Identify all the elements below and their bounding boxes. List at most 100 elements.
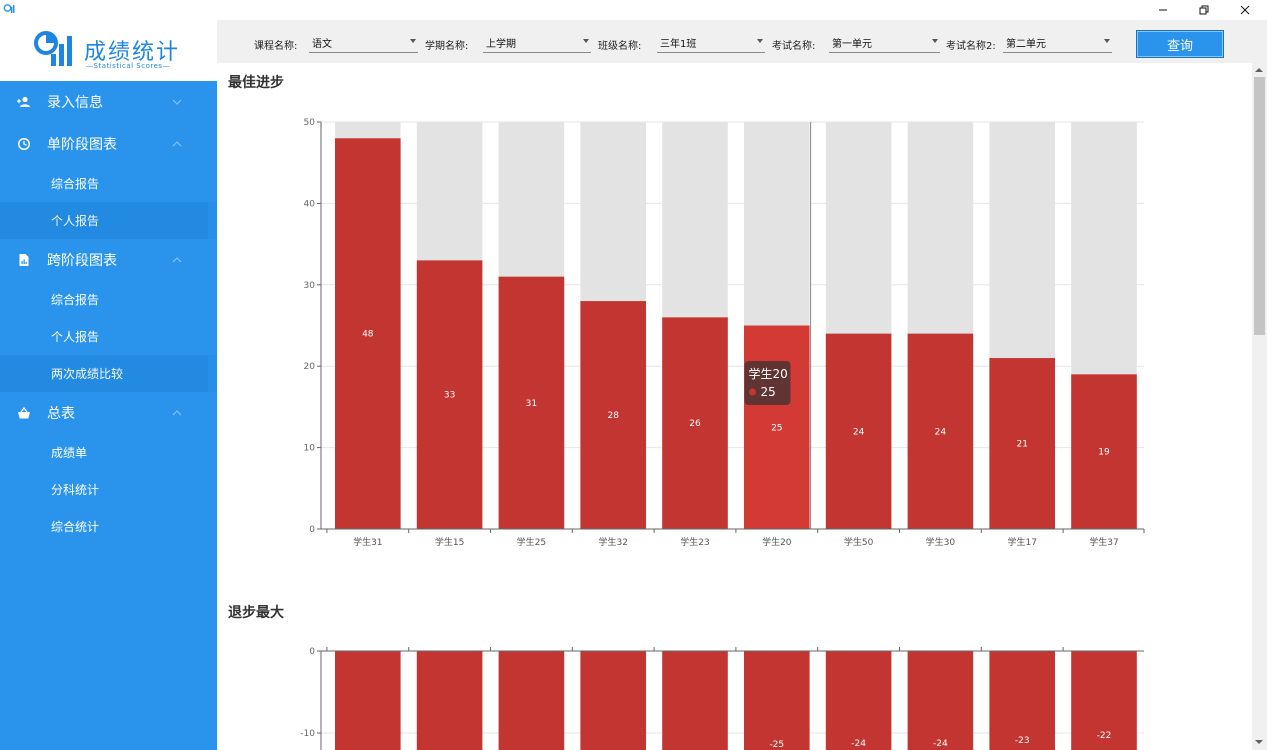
query-button[interactable]: 查询 — [1136, 30, 1224, 58]
bar — [416, 651, 483, 750]
sidebar-item-personal-report[interactable]: 个人报告 — [0, 318, 217, 355]
dropdown-arrow-icon — [583, 39, 589, 43]
sidebar-group-summary-tables[interactable]: 总表 — [0, 392, 217, 434]
dropdown-arrow-icon — [932, 39, 938, 43]
bar — [907, 651, 974, 750]
document-icon — [19, 254, 29, 266]
dropdown-arrow-icon — [1104, 39, 1110, 43]
exam-value: 第一单元 — [832, 39, 872, 50]
sidebar-group-cross-stage[interactable]: 跨阶段图表 — [0, 239, 217, 281]
x-tick-label: 学生50 — [844, 536, 874, 548]
chevron-up-icon — [172, 257, 182, 263]
minimize-icon — [1159, 9, 1167, 11]
sidebar-group-label: 总表 — [47, 406, 75, 422]
term-label: 学期名称: — [425, 41, 469, 52]
tooltip-category: 学生20 — [749, 366, 788, 381]
sidebar-item-personal-report[interactable]: 个人报告 — [0, 202, 217, 239]
close-button[interactable] — [1223, 0, 1267, 20]
restore-button[interactable] — [1182, 0, 1226, 20]
bar — [335, 651, 401, 750]
sidebar-item-summary-report[interactable]: 综合报告 — [0, 165, 217, 202]
data-label: -23 — [1015, 736, 1030, 746]
y-tick-label: 20 — [304, 362, 316, 372]
app-icon — [3, 4, 15, 13]
dropdown-arrow-icon — [757, 39, 763, 43]
data-label: 31 — [526, 399, 537, 409]
filter-bar: 课程名称: 语文 学期名称: 上学期 班级名称: 三年1班 考试名称: 第一单元… — [217, 20, 1267, 63]
chevron-up-icon — [172, 141, 182, 147]
best-progress-chart: 0 10 20 30 40 50 48 学生31 33 学生15 31 学生25 28 学生32 26 学生2… — [304, 118, 1145, 548]
scroll-up-icon[interactable] — [1255, 68, 1263, 72]
sidebar-item-overall-stats[interactable]: 综合统计 — [0, 508, 217, 545]
exam-select[interactable]: 第一单元 — [829, 30, 940, 53]
course-value: 语文 — [312, 39, 332, 50]
data-label: -24 — [933, 739, 948, 749]
scroll-down-icon[interactable] — [1255, 740, 1263, 744]
course-label: 课程名称: — [254, 41, 298, 52]
class-select[interactable]: 三年1班 — [657, 30, 765, 53]
basket-icon — [18, 406, 30, 419]
sidebar-item-summary-report[interactable]: 综合报告 — [0, 281, 217, 318]
tooltip-value: 25 — [761, 385, 776, 399]
sidebar-item-score-compare[interactable]: 两次成绩比较 — [0, 355, 217, 392]
logo-subtitle: —Statistical Scores— — [86, 62, 171, 70]
x-tick-label: 学生30 — [926, 536, 956, 548]
data-label: 48 — [362, 330, 374, 340]
sidebar-item-subject-stats[interactable]: 分科统计 — [0, 471, 217, 508]
data-label: 19 — [1098, 448, 1110, 458]
logo: 成绩统计 —Statistical Scores— — [0, 20, 217, 81]
y-tick-label: 30 — [304, 281, 316, 291]
window-titlebar — [0, 0, 1267, 20]
data-label: 33 — [444, 391, 455, 401]
data-label: 21 — [1016, 440, 1027, 450]
y-tick-label: 0 — [309, 647, 315, 657]
sidebar-group-input-info[interactable]: 录入信息 — [0, 81, 217, 123]
worst-regress-chart: 0 -10 -25 -24 -24 -23 -22 — [300, 647, 1144, 750]
close-icon — [1240, 5, 1250, 15]
class-label: 班级名称: — [598, 41, 642, 52]
exam2-select[interactable]: 第二单元 — [1003, 30, 1112, 53]
data-label: 28 — [607, 411, 619, 421]
sidebar-group-label: 跨阶段图表 — [47, 253, 117, 269]
x-tick-label: 学生32 — [598, 536, 627, 548]
sidebar-menu: 录入信息 单阶段图表 综合报告 个人报告 跨阶段图表 综合报告 个人报告 两次成… — [0, 81, 217, 545]
y-tick-label: 0 — [309, 525, 315, 535]
sidebar-group-single-stage[interactable]: 单阶段图表 — [0, 123, 217, 165]
x-tick-label: 学生17 — [1007, 536, 1036, 548]
scrollbar-thumb[interactable] — [1254, 77, 1265, 335]
sidebar-group-label: 录入信息 — [47, 95, 103, 111]
sidebar-group-label: 单阶段图表 — [47, 137, 117, 153]
sidebar-item-label: 个人报告 — [51, 330, 100, 344]
sidebar-item-label: 两次成绩比较 — [51, 367, 124, 381]
exam2-label: 考试名称2: — [946, 41, 996, 52]
best-progress-title: 最佳进步 — [228, 75, 284, 91]
sidebar-item-transcript[interactable]: 成绩单 — [0, 434, 217, 471]
bar — [662, 651, 728, 750]
x-tick-label: 学生15 — [435, 536, 464, 548]
y-tick-label: 10 — [304, 444, 316, 454]
bar — [825, 651, 892, 750]
data-label: 24 — [853, 427, 865, 437]
data-label: 26 — [689, 419, 701, 429]
term-value: 上学期 — [486, 39, 516, 50]
vertical-scrollbar[interactable] — [1252, 63, 1267, 750]
data-label: -24 — [851, 739, 866, 749]
sidebar-item-label: 个人报告 — [51, 214, 100, 228]
x-tick-label: 学生25 — [517, 536, 546, 548]
sidebar-item-label: 综合统计 — [51, 520, 100, 534]
bar — [580, 651, 646, 750]
x-tick-label: 学生37 — [1089, 536, 1118, 548]
y-tick-label: 50 — [304, 118, 316, 128]
data-label: 25 — [771, 423, 782, 433]
x-tick-label: 学生23 — [680, 536, 709, 548]
restore-icon — [1199, 5, 1209, 15]
course-select[interactable]: 语文 — [309, 30, 418, 53]
x-tick-label: 学生31 — [353, 536, 382, 548]
chevron-down-icon — [172, 99, 182, 105]
minimize-button[interactable] — [1141, 0, 1185, 20]
logo-chart-icon — [34, 31, 72, 66]
term-select[interactable]: 上学期 — [483, 30, 591, 53]
sidebar-item-label: 成绩单 — [51, 446, 88, 460]
exam2-value: 第二单元 — [1006, 39, 1046, 50]
user-add-icon — [17, 96, 30, 107]
